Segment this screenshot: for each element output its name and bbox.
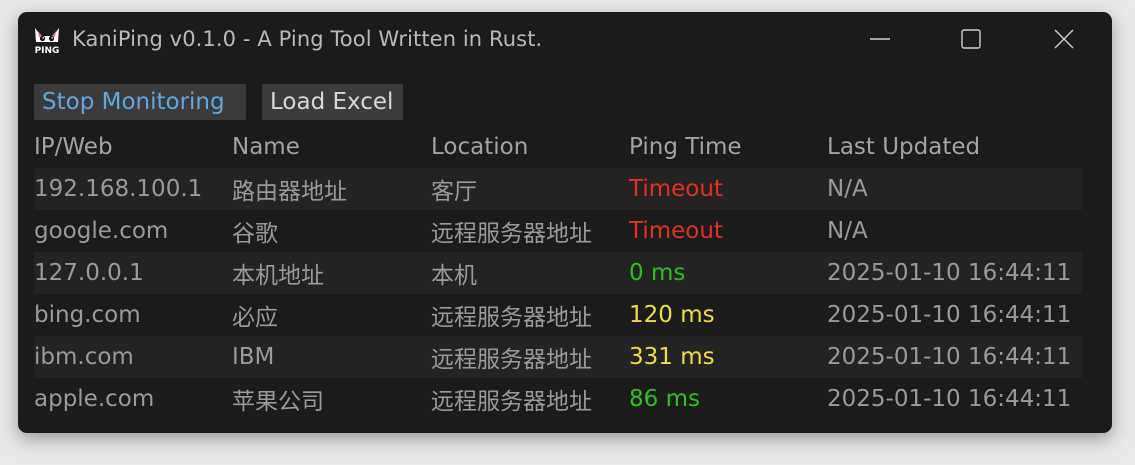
- column-header-ip: IP/Web: [34, 134, 113, 160]
- cell-ip: ibm.com: [34, 344, 134, 370]
- table-header: IP/Web Name Location Ping Time Last Upda…: [34, 126, 1082, 168]
- cell-ping-time: Timeout: [629, 218, 723, 244]
- column-header-ping-time: Ping Time: [629, 134, 742, 160]
- cell-location: 远程服务器地址: [431, 347, 592, 373]
- ping-table: IP/Web Name Location Ping Time Last Upda…: [34, 126, 1082, 420]
- table-row: apple.com 苹果公司 远程服务器地址 86 ms 2025-01-10 …: [34, 378, 1082, 420]
- cell-ip: apple.com: [34, 386, 155, 412]
- cell-ip: google.com: [34, 218, 169, 244]
- close-button[interactable]: [1046, 24, 1082, 54]
- cell-ping-time: Timeout: [629, 176, 723, 202]
- cell-last-updated: 2025-01-10 16:44:11: [827, 386, 1072, 412]
- cell-last-updated: 2025-01-10 16:44:11: [827, 302, 1072, 328]
- app-window: PING KaniPing v0.1.0 - A Ping Tool Writt…: [18, 12, 1112, 433]
- close-icon: [1054, 29, 1074, 49]
- column-header-name: Name: [232, 134, 300, 160]
- table-row: google.com 谷歌 远程服务器地址 Timeout N/A: [34, 210, 1082, 252]
- load-excel-button[interactable]: Load Excel: [262, 84, 403, 120]
- cell-name: 本机地址: [232, 263, 324, 289]
- table-row: 127.0.0.1 本机地址 本机 0 ms 2025-01-10 16:44:…: [34, 252, 1082, 294]
- cell-name: 路由器地址: [232, 179, 347, 205]
- maximize-button[interactable]: [953, 24, 989, 54]
- cell-name: 谷歌: [232, 221, 278, 247]
- cell-ip: 127.0.0.1: [34, 260, 144, 286]
- cell-location: 远程服务器地址: [431, 389, 592, 415]
- cell-name: IBM: [232, 344, 275, 370]
- cell-location: 本机: [431, 263, 477, 289]
- maximize-icon: [961, 29, 981, 49]
- minimize-icon: [870, 38, 890, 40]
- stop-monitoring-button[interactable]: Stop Monitoring: [34, 84, 246, 120]
- cell-last-updated: N/A: [827, 218, 868, 244]
- table-row: bing.com 必应 远程服务器地址 120 ms 2025-01-10 16…: [34, 294, 1082, 336]
- cell-last-updated: N/A: [827, 176, 868, 202]
- cell-last-updated: 2025-01-10 16:44:11: [827, 260, 1072, 286]
- cell-location: 客厅: [431, 179, 477, 205]
- cell-ip: 192.168.100.1: [34, 176, 203, 202]
- minimize-button[interactable]: [862, 24, 898, 54]
- column-header-last-updated: Last Updated: [827, 134, 981, 160]
- table-row: 192.168.100.1 路由器地址 客厅 Timeout N/A: [34, 168, 1082, 210]
- cell-name: 苹果公司: [232, 389, 324, 415]
- cell-location: 远程服务器地址: [431, 221, 592, 247]
- cell-last-updated: 2025-01-10 16:44:11: [827, 344, 1072, 370]
- cell-ping-time: 331 ms: [629, 344, 715, 370]
- window-title: KaniPing v0.1.0 - A Ping Tool Written in…: [72, 27, 543, 51]
- cell-ip: bing.com: [34, 302, 141, 328]
- title-bar[interactable]: PING KaniPing v0.1.0 - A Ping Tool Writt…: [18, 12, 1112, 68]
- cell-ping-time: 120 ms: [629, 302, 715, 328]
- cell-location: 远程服务器地址: [431, 305, 592, 331]
- cell-ping-time: 0 ms: [629, 260, 686, 286]
- svg-text:PING: PING: [35, 46, 60, 56]
- cell-ping-time: 86 ms: [629, 386, 700, 412]
- app-logo-icon: PING: [35, 28, 60, 56]
- column-header-location: Location: [431, 134, 529, 160]
- cell-name: 必应: [232, 305, 278, 331]
- table-row: ibm.com IBM 远程服务器地址 331 ms 2025-01-10 16…: [34, 336, 1082, 378]
